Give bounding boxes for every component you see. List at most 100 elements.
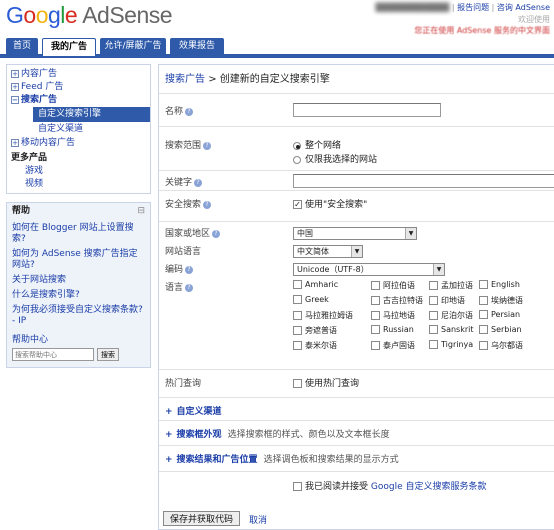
keywords-input[interactable]	[293, 174, 554, 188]
checkbox-unchecked[interactable]	[293, 295, 302, 304]
checkbox-unchecked[interactable]	[371, 296, 380, 305]
expand-icon[interactable]: +	[165, 430, 173, 440]
breadcrumb-search-ads-link[interactable]: 搜索广告	[165, 74, 205, 85]
report-link[interactable]: 报告问题	[457, 3, 489, 12]
language-option[interactable]: 马拉雅拉姆语	[293, 310, 353, 321]
results-ad-location-section[interactable]: + 搜索结果和广告位置 选择调色板和搜索结果的显示方式	[159, 445, 554, 467]
help-icon[interactable]: ?	[212, 229, 221, 238]
language-option[interactable]: 阿拉伯语	[371, 280, 415, 291]
terms-option[interactable]: 我已阅读并接受 Google 自定义搜索服务条款	[293, 479, 487, 492]
expand-icon[interactable]: +	[11, 82, 19, 91]
checkbox-unchecked[interactable]	[429, 311, 438, 320]
checkbox-unchecked[interactable]	[479, 296, 488, 305]
help-icon[interactable]: ?	[185, 283, 194, 292]
collapse-icon[interactable]: −	[11, 95, 19, 104]
popular-queries-option[interactable]: 使用热门查询	[293, 376, 359, 389]
expand-icon[interactable]: +	[11, 138, 19, 147]
help-link[interactable]: 为何我必须接受自定义搜索条款? - IP	[12, 305, 145, 327]
country-select[interactable]: 中国 ▼	[293, 227, 417, 240]
help-search-input[interactable]	[12, 348, 94, 361]
custom-channels-section[interactable]: + 自定义渠道	[159, 397, 554, 419]
scope-option-selected-sites[interactable]: 仅限我选择的网站	[293, 152, 377, 165]
cancel-link[interactable]: 取消	[249, 513, 267, 526]
checkbox-unchecked[interactable]	[293, 326, 302, 335]
checkbox-unchecked[interactable]	[293, 482, 302, 491]
language-option[interactable]: 旁遮普语	[293, 325, 337, 336]
tab-performance-reports[interactable]: 效果报告	[170, 38, 224, 55]
checkbox-unchecked[interactable]	[479, 325, 488, 334]
tab-home[interactable]: 首页	[6, 38, 38, 55]
help-icon[interactable]: ?	[203, 200, 212, 209]
sidebar-item-content-ads[interactable]: + 内容广告	[7, 68, 150, 81]
help-link[interactable]: 如何为 AdSense 搜索广告指定网站?	[12, 249, 145, 271]
help-link[interactable]: 关于网站搜索	[12, 275, 145, 286]
language-option[interactable]: 乌尔都语	[479, 340, 523, 351]
site-language-select[interactable]: 中文简体 ▼	[293, 245, 363, 258]
language-option[interactable]: 孟加拉语	[429, 280, 473, 291]
adsense-link[interactable]: AdSense	[515, 3, 550, 12]
checkbox-unchecked[interactable]	[429, 325, 438, 334]
help-link[interactable]: 如何在 Blogger 网站上设置搜索?	[12, 223, 145, 245]
language-option[interactable]: 马拉地语	[371, 310, 415, 321]
language-option[interactable]: 泰米尔语	[293, 340, 337, 351]
sidebar-item-feed-ads[interactable]: + Feed 广告	[7, 81, 150, 94]
checkbox-unchecked[interactable]	[429, 281, 438, 290]
language-option[interactable]: Sanskrit	[429, 325, 474, 334]
sidebar-item-video[interactable]: 视频	[7, 178, 150, 191]
language-option[interactable]: Amharic	[293, 280, 338, 289]
help-center-link[interactable]: 帮助中心	[12, 335, 145, 346]
checkbox-unchecked[interactable]	[479, 341, 488, 350]
radio-unselected[interactable]	[293, 155, 301, 164]
tab-my-ads[interactable]: 我的广告	[42, 38, 96, 56]
language-option[interactable]: English	[479, 280, 520, 289]
checkbox-unchecked[interactable]	[479, 310, 488, 319]
checkbox-unchecked[interactable]	[371, 281, 380, 290]
language-option[interactable]: 泰卢固语	[371, 340, 415, 351]
checkbox-unchecked[interactable]	[371, 311, 380, 320]
checkbox-unchecked[interactable]	[429, 296, 438, 305]
checkbox-unchecked[interactable]	[479, 280, 488, 289]
language-option[interactable]: Greek	[293, 295, 329, 304]
checkbox-checked[interactable]: ✓	[293, 200, 302, 209]
checkbox-unchecked[interactable]	[429, 340, 438, 349]
terms-link[interactable]: Google 自定义搜索服务条款	[371, 482, 487, 492]
checkbox-unchecked[interactable]	[371, 341, 380, 350]
language-option[interactable]: 尼泊尔语	[429, 310, 473, 321]
help-icon[interactable]: ?	[185, 107, 194, 116]
checkbox-unchecked[interactable]	[293, 311, 302, 320]
tab-allow-block-ads[interactable]: 允许/屏蔽广告	[100, 38, 166, 55]
help-link[interactable]: 咨询	[497, 3, 513, 12]
expand-icon[interactable]: +	[165, 407, 173, 417]
section-title[interactable]: 搜索框外观	[177, 430, 222, 440]
safesearch-option[interactable]: ✓ 使用"安全搜索"	[293, 197, 367, 210]
expand-icon[interactable]: +	[165, 455, 173, 465]
sidebar-item-custom-search-engine[interactable]: 自定义搜索引擎	[33, 107, 150, 122]
dropdown-arrow-icon[interactable]: ▼	[351, 246, 362, 257]
language-option[interactable]: 印地语	[429, 295, 465, 306]
searchbox-appearance-section[interactable]: + 搜索框外观 选择搜索框的样式、颜色以及文本框长度	[159, 420, 554, 442]
expand-icon[interactable]: +	[11, 69, 19, 78]
help-search-button[interactable]: 搜索	[97, 348, 119, 361]
save-and-get-code-button[interactable]: 保存并获取代码	[163, 511, 241, 526]
sidebar-item-games[interactable]: 游戏	[7, 165, 150, 178]
google-adsense-logo[interactable]: Google AdSense	[6, 2, 173, 29]
help-link[interactable]: 什么是搜索引擎?	[12, 290, 145, 301]
radio-selected[interactable]	[293, 141, 301, 150]
checkbox-unchecked[interactable]	[293, 341, 302, 350]
dropdown-arrow-icon[interactable]: ▼	[405, 228, 416, 239]
checkbox-unchecked[interactable]	[293, 280, 302, 289]
encoding-select[interactable]: Unicode（UTF-8） ▼	[293, 263, 445, 276]
minimize-icon[interactable]: ⊟	[137, 206, 145, 217]
section-title[interactable]: 搜索结果和广告位置	[177, 455, 258, 465]
help-icon[interactable]: ?	[194, 178, 203, 187]
sidebar-item-search-ads[interactable]: − 搜索广告	[7, 94, 150, 107]
help-icon[interactable]: ?	[203, 141, 212, 150]
language-option[interactable]: Russian	[371, 325, 414, 334]
dropdown-arrow-icon[interactable]: ▼	[433, 264, 444, 275]
checkbox-unchecked[interactable]	[293, 379, 302, 388]
section-title[interactable]: 自定义渠道	[177, 407, 222, 417]
scope-option-web[interactable]: 整个网络	[293, 138, 341, 151]
help-icon[interactable]: ?	[185, 265, 194, 274]
checkbox-unchecked[interactable]	[371, 325, 380, 334]
language-option[interactable]: 埃纳德语	[479, 295, 523, 306]
